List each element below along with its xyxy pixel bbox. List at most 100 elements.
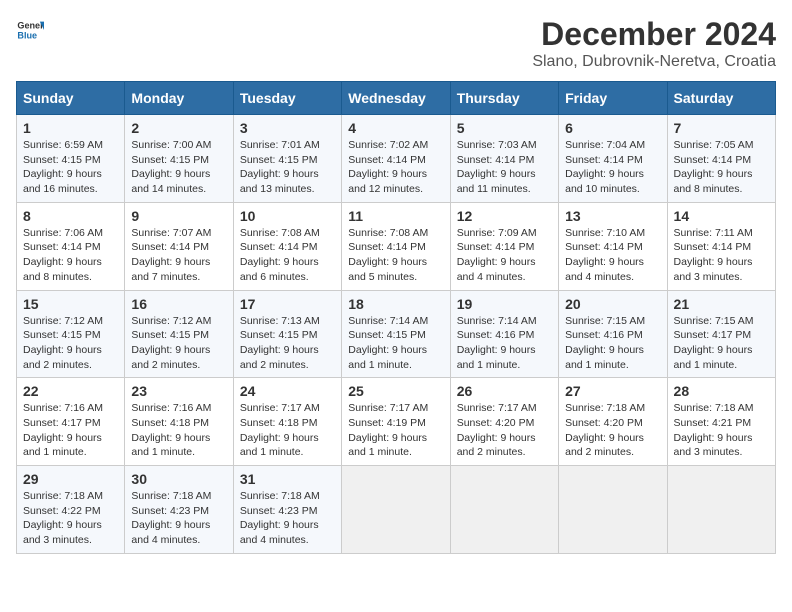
cell-info: Sunrise: 7:15 AM Sunset: 4:16 PM Dayligh… [565, 314, 660, 373]
day-number: 20 [565, 296, 660, 312]
calendar-cell: 25 Sunrise: 7:17 AM Sunset: 4:19 PM Dayl… [342, 378, 450, 466]
sunrise-text: Sunrise: 7:16 AM [23, 402, 103, 414]
cell-info: Sunrise: 7:14 AM Sunset: 4:15 PM Dayligh… [348, 314, 443, 373]
sunrise-text: Sunrise: 7:18 AM [131, 490, 211, 502]
sunrise-text: Sunrise: 7:18 AM [674, 402, 754, 414]
cell-info: Sunrise: 7:09 AM Sunset: 4:14 PM Dayligh… [457, 226, 552, 285]
cell-info: Sunrise: 7:15 AM Sunset: 4:17 PM Dayligh… [674, 314, 769, 373]
day-number: 14 [674, 208, 769, 224]
calendar-cell: 30 Sunrise: 7:18 AM Sunset: 4:23 PM Dayl… [125, 466, 233, 554]
calendar-cell: 7 Sunrise: 7:05 AM Sunset: 4:14 PM Dayli… [667, 115, 775, 203]
cell-info: Sunrise: 7:18 AM Sunset: 4:23 PM Dayligh… [240, 489, 335, 548]
calendar-cell: 21 Sunrise: 7:15 AM Sunset: 4:17 PM Dayl… [667, 290, 775, 378]
cell-info: Sunrise: 7:04 AM Sunset: 4:14 PM Dayligh… [565, 138, 660, 197]
day-number: 30 [131, 471, 226, 487]
calendar-cell: 11 Sunrise: 7:08 AM Sunset: 4:14 PM Dayl… [342, 202, 450, 290]
daylight-text: Daylight: 9 hours and 2 minutes. [23, 344, 102, 371]
daylight-text: Daylight: 9 hours and 12 minutes. [348, 168, 427, 195]
daylight-text: Daylight: 9 hours and 2 minutes. [131, 344, 210, 371]
sunset-text: Sunset: 4:14 PM [565, 154, 643, 166]
day-number: 19 [457, 296, 552, 312]
sunset-text: Sunset: 4:23 PM [131, 505, 209, 517]
sunrise-text: Sunrise: 7:05 AM [674, 139, 754, 151]
cell-info: Sunrise: 7:18 AM Sunset: 4:20 PM Dayligh… [565, 401, 660, 460]
cell-info: Sunrise: 7:05 AM Sunset: 4:14 PM Dayligh… [674, 138, 769, 197]
day-number: 4 [348, 120, 443, 136]
calendar-cell: 14 Sunrise: 7:11 AM Sunset: 4:14 PM Dayl… [667, 202, 775, 290]
calendar-cell: 31 Sunrise: 7:18 AM Sunset: 4:23 PM Dayl… [233, 466, 341, 554]
sunrise-text: Sunrise: 7:03 AM [457, 139, 537, 151]
sunset-text: Sunset: 4:16 PM [565, 329, 643, 341]
sunset-text: Sunset: 4:14 PM [23, 241, 101, 253]
subtitle: Slano, Dubrovnik-Neretva, Croatia [532, 53, 776, 71]
main-title: December 2024 [532, 16, 776, 53]
calendar-cell: 12 Sunrise: 7:09 AM Sunset: 4:14 PM Dayl… [450, 202, 558, 290]
calendar-cell: 3 Sunrise: 7:01 AM Sunset: 4:15 PM Dayli… [233, 115, 341, 203]
sunset-text: Sunset: 4:14 PM [565, 241, 643, 253]
sunrise-text: Sunrise: 7:18 AM [565, 402, 645, 414]
daylight-text: Daylight: 9 hours and 1 minute. [23, 432, 102, 459]
sunrise-text: Sunrise: 7:15 AM [674, 315, 754, 327]
daylight-text: Daylight: 9 hours and 1 minute. [240, 432, 319, 459]
sunset-text: Sunset: 4:17 PM [23, 417, 101, 429]
sunset-text: Sunset: 4:15 PM [23, 154, 101, 166]
col-header-tuesday: Tuesday [233, 82, 341, 115]
col-header-friday: Friday [559, 82, 667, 115]
cell-info: Sunrise: 7:16 AM Sunset: 4:18 PM Dayligh… [131, 401, 226, 460]
title-block: December 2024 Slano, Dubrovnik-Neretva, … [532, 16, 776, 71]
daylight-text: Daylight: 9 hours and 1 minute. [348, 344, 427, 371]
day-number: 12 [457, 208, 552, 224]
daylight-text: Daylight: 9 hours and 11 minutes. [457, 168, 536, 195]
sunset-text: Sunset: 4:21 PM [674, 417, 752, 429]
col-header-wednesday: Wednesday [342, 82, 450, 115]
cell-info: Sunrise: 7:14 AM Sunset: 4:16 PM Dayligh… [457, 314, 552, 373]
day-number: 18 [348, 296, 443, 312]
calendar-cell: 18 Sunrise: 7:14 AM Sunset: 4:15 PM Dayl… [342, 290, 450, 378]
calendar-cell: 28 Sunrise: 7:18 AM Sunset: 4:21 PM Dayl… [667, 378, 775, 466]
day-number: 22 [23, 383, 118, 399]
sunrise-text: Sunrise: 7:10 AM [565, 227, 645, 239]
cell-info: Sunrise: 7:18 AM Sunset: 4:21 PM Dayligh… [674, 401, 769, 460]
sunrise-text: Sunrise: 7:04 AM [565, 139, 645, 151]
daylight-text: Daylight: 9 hours and 3 minutes. [674, 432, 753, 459]
day-number: 24 [240, 383, 335, 399]
cell-info: Sunrise: 7:13 AM Sunset: 4:15 PM Dayligh… [240, 314, 335, 373]
daylight-text: Daylight: 9 hours and 16 minutes. [23, 168, 102, 195]
day-number: 7 [674, 120, 769, 136]
sunset-text: Sunset: 4:14 PM [131, 241, 209, 253]
daylight-text: Daylight: 9 hours and 4 minutes. [240, 519, 319, 546]
sunset-text: Sunset: 4:15 PM [240, 154, 318, 166]
sunrise-text: Sunrise: 7:16 AM [131, 402, 211, 414]
sunrise-text: Sunrise: 7:07 AM [131, 227, 211, 239]
sunset-text: Sunset: 4:20 PM [565, 417, 643, 429]
sunrise-text: Sunrise: 7:14 AM [457, 315, 537, 327]
sunrise-text: Sunrise: 7:08 AM [240, 227, 320, 239]
daylight-text: Daylight: 9 hours and 13 minutes. [240, 168, 319, 195]
cell-info: Sunrise: 7:17 AM Sunset: 4:20 PM Dayligh… [457, 401, 552, 460]
sunset-text: Sunset: 4:20 PM [457, 417, 535, 429]
sunset-text: Sunset: 4:18 PM [131, 417, 209, 429]
sunrise-text: Sunrise: 7:17 AM [240, 402, 320, 414]
day-number: 5 [457, 120, 552, 136]
day-number: 15 [23, 296, 118, 312]
sunrise-text: Sunrise: 7:12 AM [23, 315, 103, 327]
calendar-cell: 22 Sunrise: 7:16 AM Sunset: 4:17 PM Dayl… [17, 378, 125, 466]
day-number: 6 [565, 120, 660, 136]
sunrise-text: Sunrise: 7:11 AM [674, 227, 753, 239]
day-number: 28 [674, 383, 769, 399]
daylight-text: Daylight: 9 hours and 8 minutes. [674, 168, 753, 195]
daylight-text: Daylight: 9 hours and 1 minute. [457, 344, 536, 371]
sunset-text: Sunset: 4:15 PM [131, 329, 209, 341]
sunset-text: Sunset: 4:14 PM [457, 241, 535, 253]
calendar-cell: 16 Sunrise: 7:12 AM Sunset: 4:15 PM Dayl… [125, 290, 233, 378]
calendar-cell: 4 Sunrise: 7:02 AM Sunset: 4:14 PM Dayli… [342, 115, 450, 203]
daylight-text: Daylight: 9 hours and 4 minutes. [131, 519, 210, 546]
sunset-text: Sunset: 4:16 PM [457, 329, 535, 341]
cell-info: Sunrise: 7:08 AM Sunset: 4:14 PM Dayligh… [240, 226, 335, 285]
calendar-cell [667, 466, 775, 554]
daylight-text: Daylight: 9 hours and 4 minutes. [565, 256, 644, 283]
calendar-cell: 2 Sunrise: 7:00 AM Sunset: 4:15 PM Dayli… [125, 115, 233, 203]
day-number: 8 [23, 208, 118, 224]
cell-info: Sunrise: 7:12 AM Sunset: 4:15 PM Dayligh… [131, 314, 226, 373]
sunrise-text: Sunrise: 7:00 AM [131, 139, 211, 151]
